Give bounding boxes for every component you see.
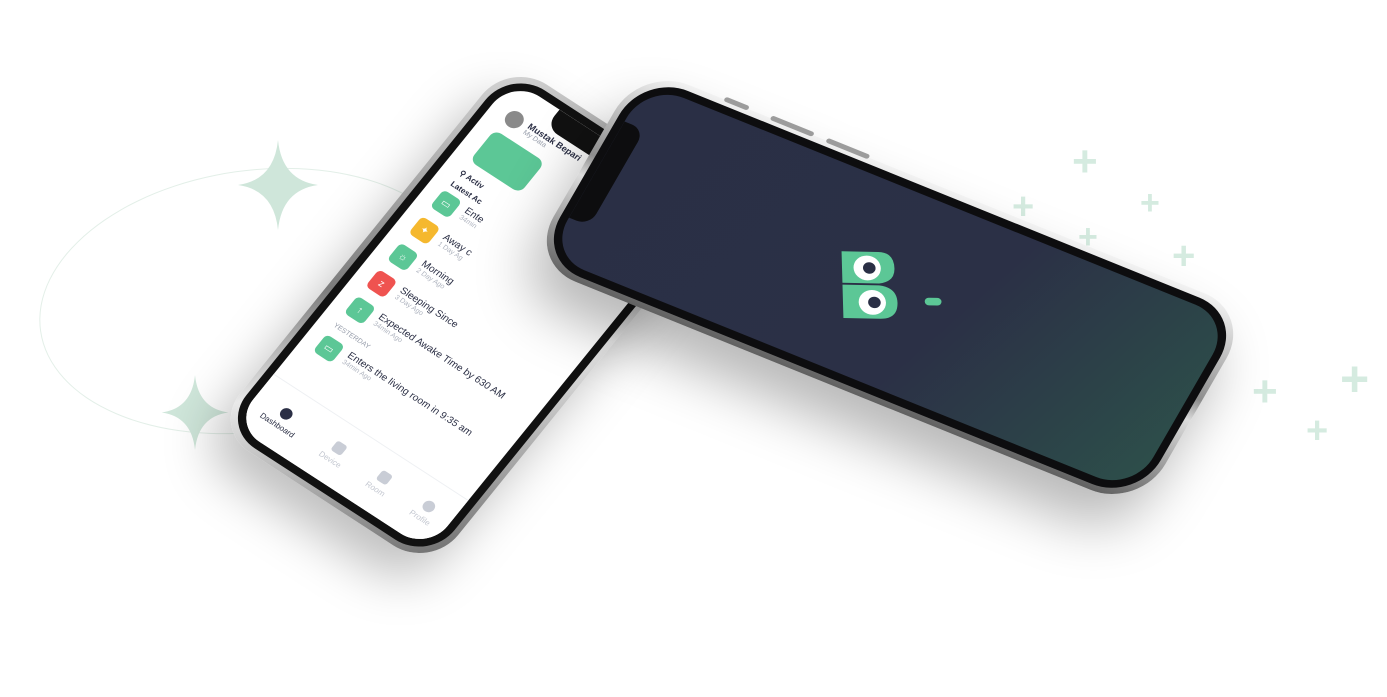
- plus-decoration-icon: +: [1072, 137, 1098, 186]
- door-icon: ▭: [429, 189, 463, 219]
- nav-profile[interactable]: Profile: [408, 495, 443, 527]
- plus-decoration-icon: +: [1140, 184, 1160, 222]
- splash-screen: [547, 82, 1233, 493]
- device-icon: [330, 439, 349, 456]
- plus-decoration-icon: +: [1252, 367, 1278, 416]
- nav-dashboard[interactable]: Dashboard: [258, 398, 307, 439]
- profile-icon: [420, 498, 439, 515]
- plus-decoration-icon: +: [1340, 351, 1370, 407]
- app-logo-icon: [831, 246, 949, 329]
- nav-device[interactable]: Device: [317, 436, 353, 469]
- dashboard-icon: [277, 405, 296, 422]
- awake-icon: ↑: [343, 295, 377, 325]
- plus-decoration-icon: +: [1306, 410, 1329, 452]
- front-phone: [527, 65, 1253, 510]
- room-icon: [375, 469, 394, 486]
- door-icon: ▭: [312, 333, 346, 364]
- sleep-icon: z: [365, 269, 398, 299]
- walk-icon: ✦: [408, 215, 441, 246]
- morning-icon: ☼: [386, 242, 420, 272]
- plus-decoration-icon: +: [1172, 234, 1196, 278]
- sparkle-icon: [238, 140, 318, 235]
- sparkle-icon: [160, 375, 230, 455]
- avatar[interactable]: [501, 107, 528, 132]
- nav-room[interactable]: Room: [364, 467, 398, 498]
